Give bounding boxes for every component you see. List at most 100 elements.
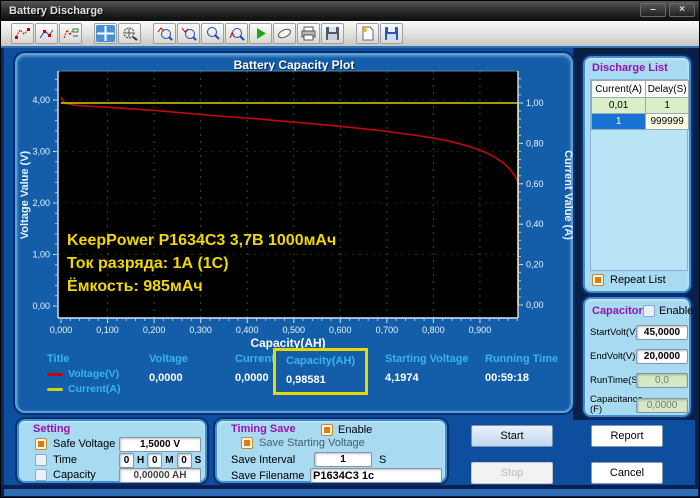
status-current: Current 0,0000 xyxy=(235,353,275,384)
run-icon xyxy=(252,26,269,41)
legend-current-label: Current(A) xyxy=(68,383,121,395)
run-button[interactable] xyxy=(249,23,272,44)
status-capacity-highlight: Capacity(AH) 0,98581 xyxy=(273,348,369,395)
save-interval-field[interactable] xyxy=(314,452,372,467)
save-interval-label: Save Interval xyxy=(231,454,296,466)
svg-text:0,500: 0,500 xyxy=(282,325,305,335)
svg-text:0,700: 0,700 xyxy=(376,325,399,335)
curve-points-icon xyxy=(38,26,55,41)
capacity-checkbox[interactable] xyxy=(35,469,47,481)
discharge-table: Current(A) Delay(S) 0,01 1 1 999999 xyxy=(590,80,689,130)
window-title: Battery Discharge xyxy=(9,5,104,17)
title-bar: Battery Discharge – × xyxy=(1,1,699,21)
zoom-reset-button[interactable] xyxy=(225,23,248,44)
zoom-window-button[interactable] xyxy=(201,23,224,44)
minimize-button[interactable]: – xyxy=(640,3,666,17)
zoom-select-icon xyxy=(121,26,138,41)
voltage-swatch xyxy=(47,372,63,376)
report-button[interactable]: Report xyxy=(591,425,663,447)
discharge-table-header: Current(A) Delay(S) xyxy=(590,80,689,98)
svg-text:1,00: 1,00 xyxy=(526,98,544,108)
save-icon xyxy=(324,26,341,41)
svg-text:4,00: 4,00 xyxy=(32,95,50,105)
time-checkbox[interactable] xyxy=(35,454,47,466)
current-swatch xyxy=(47,387,63,391)
pan-crosshair-icon xyxy=(96,25,115,42)
report-tool-button[interactable] xyxy=(356,23,379,44)
pan-crosshair-button[interactable] xyxy=(94,23,117,44)
erase-icon xyxy=(276,26,293,41)
capacitor-enable-checkbox[interactable] xyxy=(643,305,655,317)
discharge-list-box: Current(A) Delay(S) 0,01 1 1 999999 xyxy=(590,79,689,271)
window-frame-right xyxy=(695,48,699,497)
setting-title: Setting xyxy=(33,423,71,435)
startvolt-field[interactable] xyxy=(636,325,688,340)
timing-enable-checkbox[interactable] xyxy=(321,424,333,436)
svg-text:Ёмкость: 985мАч: Ёмкость: 985мАч xyxy=(67,277,203,295)
runtime-field xyxy=(636,373,688,388)
time-hours-field[interactable] xyxy=(119,453,134,468)
close-button[interactable]: × xyxy=(669,3,695,17)
zoom-select-button[interactable] xyxy=(118,23,141,44)
svg-text:2,00: 2,00 xyxy=(32,198,50,208)
save-data-button[interactable] xyxy=(380,23,403,44)
save-data-icon xyxy=(383,26,400,41)
capacitor-panel: Capacitor Enable StartVolt(V) EndVolt(V)… xyxy=(583,297,693,417)
report-doc-icon xyxy=(359,26,376,41)
timing-enable-label: Enable xyxy=(338,424,373,436)
svg-text:KeepPower P1634C3 3,7В 1000мАч: KeepPower P1634C3 3,7В 1000мАч xyxy=(67,232,336,249)
safe-voltage-checkbox[interactable] xyxy=(35,438,47,450)
save-starting-voltage-label: Save Starting Voltage xyxy=(259,437,365,449)
erase-button[interactable] xyxy=(273,23,296,44)
curve-style-button[interactable] xyxy=(11,23,34,44)
status-running-time: Running Time 00:59:18 xyxy=(485,353,559,384)
curve-points-button[interactable] xyxy=(35,23,58,44)
svg-text:0,400: 0,400 xyxy=(236,325,259,335)
cancel-button[interactable]: Cancel xyxy=(591,462,663,484)
capacity-chart[interactable]: 4,00 3,00 2,00 1,00 0,00 1,00 0,80 0,60 0,40 0,20… xyxy=(17,55,575,351)
legend-title: Title xyxy=(47,353,70,365)
start-button[interactable]: Start xyxy=(471,425,553,447)
zoom-out-button[interactable] xyxy=(177,23,200,44)
discharge-row-2[interactable]: 1 999999 xyxy=(590,113,689,130)
time-seconds-field[interactable] xyxy=(176,453,192,468)
discharge-list-panel: Discharge List Current(A) Delay(S) 0,01 … xyxy=(583,56,691,293)
svg-text:1,00: 1,00 xyxy=(32,250,50,260)
discharge-list-title: Discharge List xyxy=(592,62,668,74)
zoom-in-icon xyxy=(156,26,173,41)
endvolt-field[interactable] xyxy=(636,349,688,364)
repeat-list-label: Repeat List xyxy=(610,274,666,286)
capacitor-title: Capacitor xyxy=(592,305,643,317)
svg-text:0,100: 0,100 xyxy=(96,325,119,335)
setting-panel: Setting Safe Voltage Time H M S Capacity xyxy=(17,419,207,483)
capacity-limit-field[interactable] xyxy=(119,468,201,483)
curve-compare-button[interactable] xyxy=(59,23,82,44)
zoom-reset-icon xyxy=(228,26,245,41)
save-filename-field[interactable] xyxy=(310,468,442,483)
svg-text:0,80: 0,80 xyxy=(526,138,544,148)
time-minutes-field[interactable] xyxy=(147,453,163,468)
save-button[interactable] xyxy=(321,23,344,44)
chart-panel: Battery Capacity Plot 4,00 3,00 2,00 1,00 0,… xyxy=(15,53,575,413)
legend-item-voltage: Voltage(V) xyxy=(47,368,157,380)
svg-text:0,00: 0,00 xyxy=(32,301,50,311)
chart-legend: Title Voltage(V) Current(A) xyxy=(47,353,157,395)
print-button[interactable] xyxy=(297,23,320,44)
status-starting-voltage: Starting Voltage 4,1974 xyxy=(385,353,469,384)
svg-text:0,200: 0,200 xyxy=(143,325,166,335)
legend-item-current: Current(A) xyxy=(47,383,157,395)
timing-save-panel: Timing Save Enable Save Starting Voltage… xyxy=(215,419,447,483)
svg-text:3,00: 3,00 xyxy=(32,147,50,157)
print-icon xyxy=(300,26,317,41)
discharge-row-1[interactable]: 0,01 1 xyxy=(590,97,689,114)
client-area: Battery Capacity Plot 4,00 3,00 2,00 1,00 0,… xyxy=(1,48,699,485)
curve-style-icon xyxy=(14,26,31,41)
save-starting-voltage-checkbox[interactable] xyxy=(241,437,253,449)
zoom-in-button[interactable] xyxy=(153,23,176,44)
safe-voltage-field[interactable] xyxy=(119,437,201,452)
timing-save-title: Timing Save xyxy=(231,423,296,435)
stop-button: Stop xyxy=(471,462,553,484)
svg-text:Current Value (A): Current Value (A) xyxy=(562,150,574,240)
repeat-list-checkbox[interactable] xyxy=(592,274,604,286)
svg-text:0,00: 0,00 xyxy=(526,300,544,310)
